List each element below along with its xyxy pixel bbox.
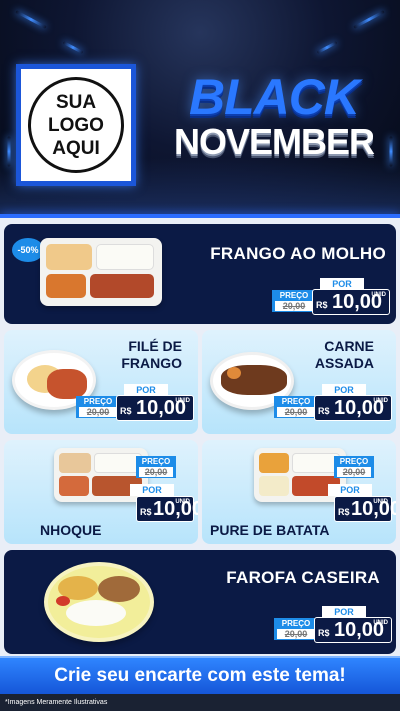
unit-label: UNID <box>175 499 190 505</box>
unit-label: UNID <box>175 398 190 404</box>
product-card-carne-assada[interactable]: CARNE ASSADA POR PREÇO 20,00 R$ 10,00 UN… <box>202 330 396 434</box>
price-tag: POR PREÇO 20,00 R$ 10,00 UNID <box>76 456 198 522</box>
product-name: NHOQUE <box>40 522 102 538</box>
disclaimer-text: *Imagens Meramente Ilustrativas <box>0 694 400 711</box>
product-card-file-de-frango[interactable]: FILÉ DE FRANGO POR PREÇO 20,00 R$ 10,00 … <box>4 330 198 434</box>
product-card-farofa-caseira[interactable]: FAROFA CASEIRA POR PREÇO 20,00 R$ 10,00 … <box>4 550 396 654</box>
product-grid: -50% FRANGO AO MOLHO POR PREÇO 20,00 R$ … <box>0 218 400 693</box>
preco-text: PREÇO <box>281 397 311 406</box>
old-price: 20,00 <box>275 301 313 311</box>
current-price: R$ 10,00 UNID <box>312 289 390 315</box>
current-price: R$ 10,00 UNID <box>334 496 396 522</box>
product-name: PURE DE BATATA <box>210 522 330 538</box>
preco-text: PREÇO <box>83 397 113 406</box>
product-card-frango-ao-molho[interactable]: -50% FRANGO AO MOLHO POR PREÇO 20,00 R$ … <box>4 224 396 324</box>
product-name: CARNE ASSADA <box>315 338 374 372</box>
por-label: POR <box>130 484 174 496</box>
preco-text: PREÇO <box>279 291 309 300</box>
logo-text-line: AQUI <box>52 137 100 159</box>
current-price: R$ 10,00 UNID <box>116 395 194 421</box>
currency: R$ <box>318 406 330 416</box>
product-name-line: ASSADA <box>314 355 374 371</box>
price-tag: POR PREÇO 20,00 R$ 10,00 UNID <box>272 278 390 318</box>
preco-text: PREÇO <box>141 457 171 466</box>
logo-placeholder[interactable]: SUA LOGO AQUI <box>16 64 136 186</box>
preco-label: PREÇO 20,00 <box>272 290 316 312</box>
product-card-pure-de-batata[interactable]: PURE DE BATATA POR PREÇO 20,00 R$ 10,00 … <box>202 440 396 544</box>
hero-header: SUA LOGO AQUI BLACK NOVEMBER <box>0 0 400 218</box>
campaign-title-november: NOVEMBER <box>173 121 375 162</box>
product-card-nhoque[interactable]: NHOQUE POR PREÇO 20,00 R$ 10,00 UNID <box>4 440 198 544</box>
currency: R$ <box>316 300 328 310</box>
product-name-line: FRANGO <box>121 355 182 371</box>
logo-circle: SUA LOGO AQUI <box>28 77 124 173</box>
light-beam <box>62 41 84 54</box>
campaign-title-black: BLACK <box>189 69 360 125</box>
old-price: 20,00 <box>277 407 315 417</box>
preco-text: PREÇO <box>339 457 369 466</box>
preco-label: PREÇO 20,00 <box>334 456 374 478</box>
price-tag: POR PREÇO 20,00 R$ 10,00 UNID <box>274 606 392 646</box>
old-price: 20,00 <box>277 629 315 639</box>
price-tag: POR PREÇO 20,00 R$ 10,00 UNID <box>274 384 392 424</box>
light-beam <box>316 41 338 54</box>
currency: R$ <box>120 406 132 416</box>
product-name: FRANGO AO MOLHO <box>210 244 386 263</box>
old-price: 20,00 <box>337 467 371 477</box>
preco-label: PREÇO 20,00 <box>136 456 176 478</box>
food-tray-image <box>40 238 162 306</box>
logo-text-line: SUA <box>55 91 97 113</box>
old-price: 20,00 <box>139 467 173 477</box>
light-beam <box>353 10 385 29</box>
unit-label: UNID <box>373 620 388 626</box>
product-name-line: FILÉ DE <box>128 338 182 354</box>
logo-text-line: LOGO <box>48 114 104 136</box>
unit-label: UNID <box>373 499 388 505</box>
cta-banner[interactable]: Crie seu encarte com este tema! <box>0 656 400 694</box>
unit-label: UNID <box>371 292 386 298</box>
preco-label: PREÇO 20,00 <box>76 396 120 418</box>
current-price: R$ 10,00 UNID <box>314 617 392 643</box>
por-label: POR <box>328 484 372 496</box>
product-name: FILÉ DE FRANGO <box>121 338 182 372</box>
current-price: R$ 10,00 UNID <box>136 496 198 522</box>
preco-text: PREÇO <box>281 619 311 628</box>
product-name: FAROFA CASEIRA <box>226 568 380 587</box>
current-price: R$ 10,00 UNID <box>314 395 392 421</box>
price-tag: POR PREÇO 20,00 R$ 10,00 UNID <box>76 384 194 424</box>
currency: R$ <box>318 628 330 638</box>
preco-label: PREÇO 20,00 <box>274 396 318 418</box>
light-beam <box>15 10 47 29</box>
currency: R$ <box>140 507 152 517</box>
food-bowl-image <box>44 562 154 642</box>
unit-label: UNID <box>373 398 388 404</box>
price-tag: POR PREÇO 20,00 R$ 10,00 UNID <box>274 456 396 522</box>
campaign-title: BLACK NOVEMBER <box>158 72 390 162</box>
preco-label: PREÇO 20,00 <box>274 618 318 640</box>
product-name-line: CARNE <box>324 338 374 354</box>
currency: R$ <box>338 507 350 517</box>
old-price: 20,00 <box>79 407 117 417</box>
